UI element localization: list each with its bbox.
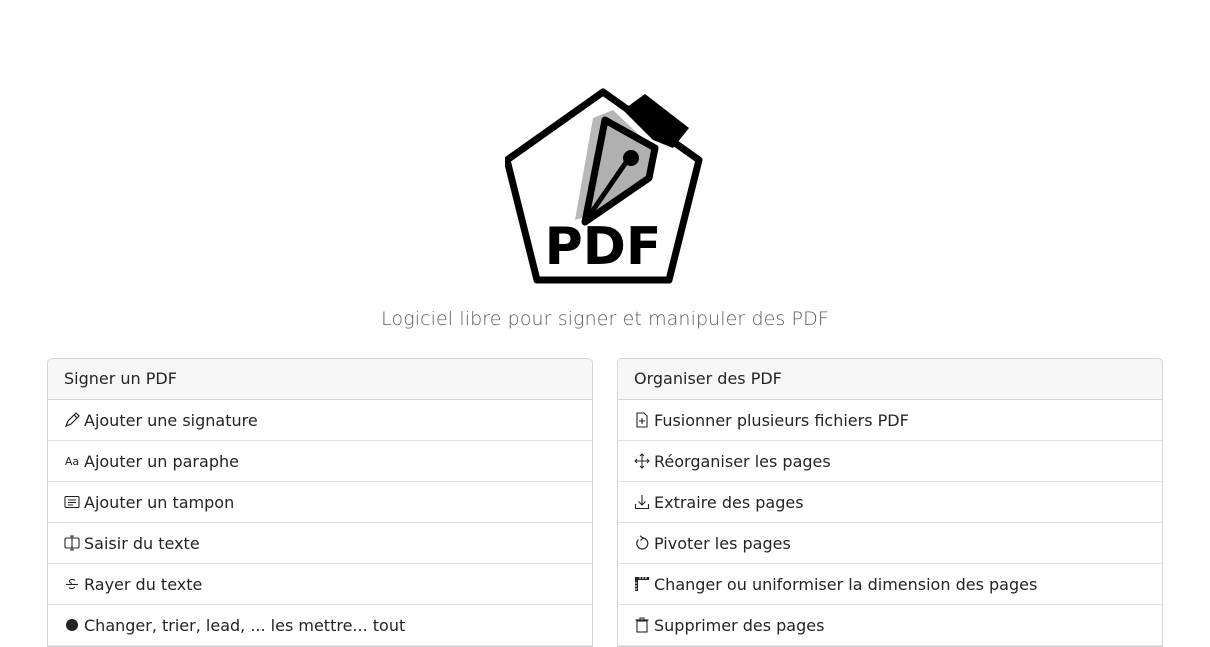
rotate-pages-item[interactable]: Pivoter les pages [618, 523, 1162, 564]
item-label: Pivoter les pages [654, 533, 791, 553]
input-cursor-text-icon [64, 535, 80, 551]
partial-item[interactable]: Changer, trier, lead, ... les mettre... … [48, 605, 592, 646]
sign-pdf-card: Signer un PDF Ajouter une signature Aa A… [47, 358, 593, 647]
item-label: Changer, trier, lead, ... les mettre... … [84, 615, 406, 635]
item-label: Supprimer des pages [654, 615, 825, 635]
organize-pdf-header: Organiser des PDF [618, 359, 1162, 400]
arrows-move-icon [634, 453, 650, 469]
strike-text-item[interactable]: Rayer du texte [48, 564, 592, 605]
reorder-pages-item[interactable]: Réorganiser les pages [618, 441, 1162, 482]
rulers-icon [634, 576, 650, 592]
pen-logo-icon: PDF [505, 88, 703, 284]
tagline: Logiciel libre pour signer et manipuler … [381, 308, 829, 330]
logo-text: PDF [545, 217, 662, 277]
app-logo: PDF [0, 88, 1210, 288]
item-label: Saisir du texte [84, 533, 200, 553]
add-stamp-item[interactable]: Ajouter un tampon [48, 482, 592, 523]
add-signature-item[interactable]: Ajouter une signature [48, 400, 592, 441]
item-label: Extraire des pages [654, 492, 804, 512]
rotate-icon [634, 535, 650, 551]
download-icon [634, 494, 650, 510]
strikethrough-icon [64, 576, 80, 592]
pen-icon [64, 412, 80, 428]
merge-files-item[interactable]: Fusionner plusieurs fichiers PDF [618, 400, 1162, 441]
extract-pages-item[interactable]: Extraire des pages [618, 482, 1162, 523]
enter-text-item[interactable]: Saisir du texte [48, 523, 592, 564]
trash-icon [634, 617, 650, 633]
item-label: Changer ou uniformiser la dimension des … [654, 574, 1038, 594]
card-text-icon [64, 494, 80, 510]
item-label: Ajouter un tampon [84, 492, 235, 512]
item-label: Rayer du texte [84, 574, 203, 594]
delete-pages-item[interactable]: Supprimer des pages [618, 605, 1162, 646]
organize-pdf-card: Organiser des PDF Fusionner plusieurs fi… [617, 358, 1163, 647]
resize-pages-item[interactable]: Changer ou uniformiser la dimension des … [618, 564, 1162, 605]
item-label: Réorganiser les pages [654, 451, 831, 471]
item-label: Ajouter une signature [84, 410, 258, 430]
font-initials-icon: Aa [64, 454, 80, 468]
add-initials-item[interactable]: Aa Ajouter un paraphe [48, 441, 592, 482]
item-label: Ajouter un paraphe [84, 451, 239, 471]
info-icon [64, 617, 80, 633]
sign-pdf-header: Signer un PDF [48, 359, 592, 400]
item-label: Fusionner plusieurs fichiers PDF [654, 410, 909, 430]
file-plus-icon [634, 412, 650, 428]
